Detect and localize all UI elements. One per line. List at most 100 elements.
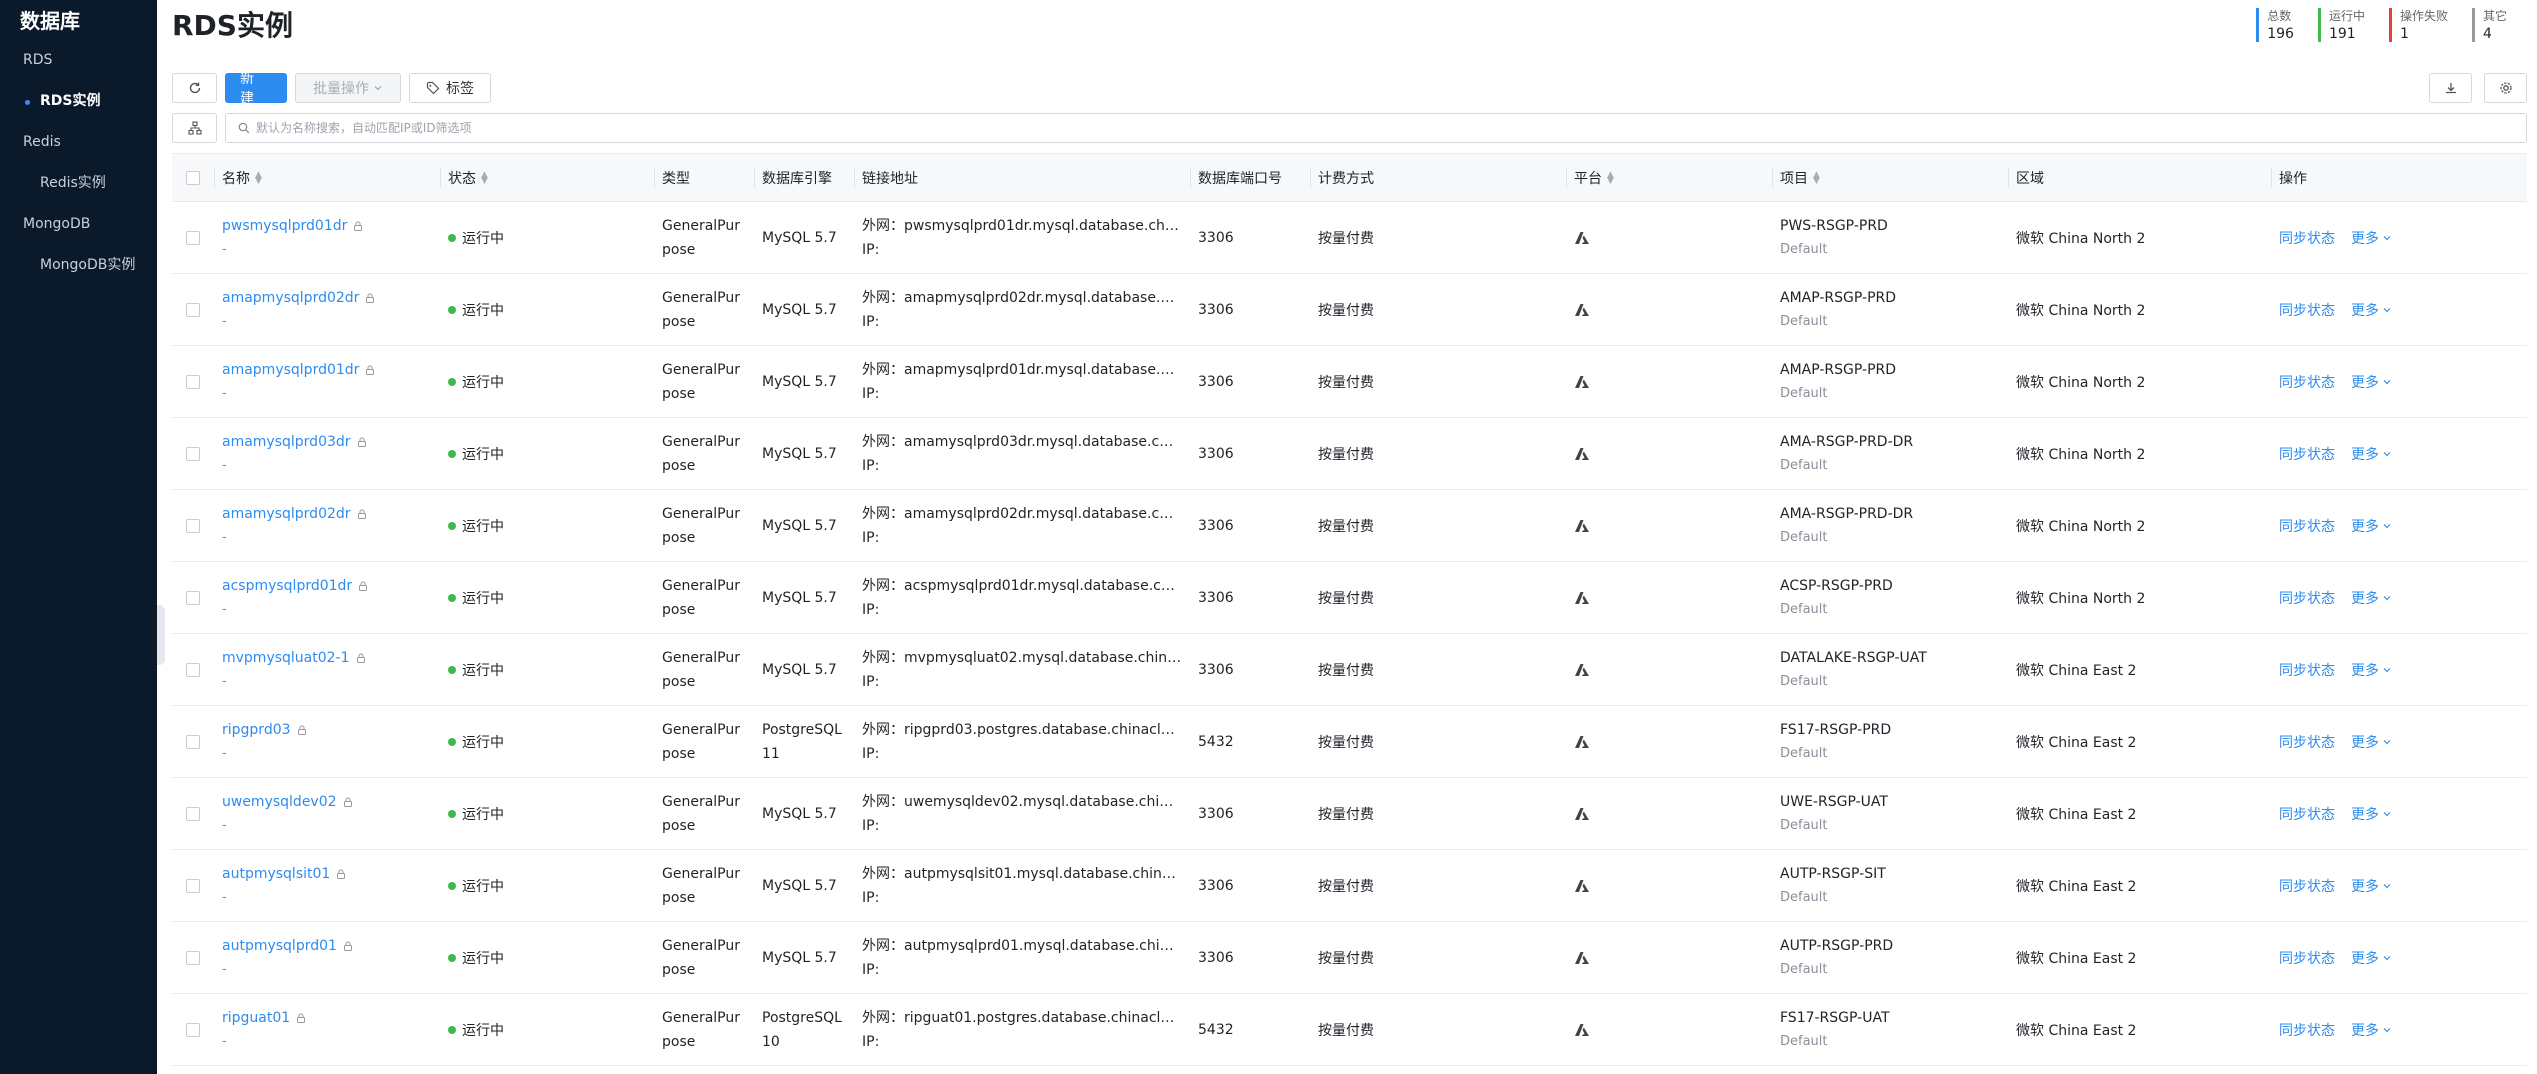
table-row[interactable]: mvpmysqluat02-1 - 运行中 GeneralPurpose MySQL 5… (172, 634, 2527, 706)
table-row[interactable]: ripgprd03 - 运行中 GeneralPurpose PostgreSQL 11… (172, 706, 2527, 778)
sync-status-link[interactable]: 同步状态 (2279, 444, 2335, 464)
sidebar-item-4[interactable]: MongoDB (0, 204, 157, 245)
external-address[interactable]: 外网：amapmysqlprd01dr.mysql.database.chin.… (862, 358, 1182, 382)
more-menu[interactable]: 更多 (2351, 228, 2392, 248)
download-button[interactable] (2429, 73, 2472, 103)
row-checkbox[interactable] (186, 734, 200, 749)
stat-3[interactable]: 其它 4 (2471, 8, 2507, 42)
instance-name-link[interactable]: mvpmysqluat02-1 (222, 650, 350, 666)
sidebar-item-3[interactable]: Redis实例 (0, 163, 157, 204)
row-checkbox[interactable] (186, 950, 200, 965)
instance-name-link[interactable]: amapmysqlprd02dr (222, 290, 359, 306)
column-header[interactable]: 状态 ▲ ▼ (440, 154, 654, 201)
refresh-button[interactable] (172, 73, 217, 103)
external-address[interactable]: 外网：mvpmysqluat02.mysql.database.chinacl.… (862, 646, 1182, 670)
search-box[interactable] (225, 113, 2527, 143)
more-menu[interactable]: 更多 (2351, 732, 2392, 752)
instance-name-link[interactable]: amamysqlprd03dr (222, 434, 351, 450)
table-row[interactable]: pwsmysqlprd01dr - 运行中 GeneralPurpose MySQL 5… (172, 202, 2527, 274)
more-menu[interactable]: 更多 (2351, 1020, 2392, 1040)
table-row[interactable]: autpmysqlsit01 - 运行中 GeneralPurpose MySQL 5.… (172, 850, 2527, 922)
more-menu[interactable]: 更多 (2351, 516, 2392, 536)
external-address[interactable]: 外网：pwsmysqlprd01dr.mysql.database.china.… (862, 214, 1182, 238)
sync-status-link[interactable]: 同步状态 (2279, 228, 2335, 248)
sync-status-link[interactable]: 同步状态 (2279, 804, 2335, 824)
search-input[interactable] (256, 121, 2526, 135)
sort-icon[interactable]: ▲ ▼ (1607, 170, 1614, 185)
row-checkbox[interactable] (186, 878, 200, 893)
sidebar-item-1[interactable]: RDS实例 (0, 81, 157, 122)
stat-2[interactable]: 操作失败 1 (2388, 8, 2448, 42)
table-row[interactable]: autpmysqlprd01 - 运行中 GeneralPurpose MySQL 5.… (172, 922, 2527, 994)
external-address[interactable]: 外网：autpmysqlsit01.mysql.database.chinacl… (862, 862, 1182, 886)
sync-status-link[interactable]: 同步状态 (2279, 372, 2335, 392)
row-checkbox[interactable] (186, 590, 200, 605)
sync-status-link[interactable]: 同步状态 (2279, 300, 2335, 320)
instance-name-link[interactable]: ripgprd03 (222, 722, 291, 738)
sort-icon[interactable]: ▲ ▼ (481, 170, 488, 185)
table-row[interactable]: amamysqlprd02dr - 运行中 GeneralPurpose MySQL 5… (172, 490, 2527, 562)
external-address[interactable]: 外网：autpmysqlprd01.mysql.database.chinacl… (862, 934, 1182, 958)
more-menu[interactable]: 更多 (2351, 948, 2392, 968)
batch-action-button[interactable]: 批量操作 (295, 73, 401, 103)
sort-icon[interactable]: ▲ ▼ (255, 170, 262, 185)
tag-button[interactable]: 标签 (409, 73, 491, 103)
more-menu[interactable]: 更多 (2351, 588, 2392, 608)
instance-name-link[interactable]: amapmysqlprd01dr (222, 362, 359, 378)
more-menu[interactable]: 更多 (2351, 660, 2392, 680)
external-address[interactable]: 外网：amapmysqlprd02dr.mysql.database.chin.… (862, 286, 1182, 310)
row-checkbox[interactable] (186, 446, 200, 461)
sync-status-link[interactable]: 同步状态 (2279, 1020, 2335, 1040)
table-row[interactable]: amapmysqlprd02dr - 运行中 GeneralPurpose MySQL … (172, 274, 2527, 346)
sync-status-link[interactable]: 同步状态 (2279, 876, 2335, 896)
stat-0[interactable]: 总数 196 (2256, 8, 2294, 42)
instance-name-link[interactable]: amamysqlprd02dr (222, 506, 351, 522)
instance-name-link[interactable]: acspmysqlprd01dr (222, 578, 352, 594)
sidebar-item-0[interactable]: RDS (0, 40, 157, 81)
sync-status-link[interactable]: 同步状态 (2279, 732, 2335, 752)
sidebar-item-2[interactable]: Redis (0, 122, 157, 163)
row-checkbox[interactable] (186, 662, 200, 677)
select-all-checkbox[interactable] (186, 170, 200, 185)
topology-button[interactable] (172, 113, 217, 143)
more-menu[interactable]: 更多 (2351, 372, 2392, 392)
external-address[interactable]: 外网：uwemysqldev02.mysql.database.chinacl.… (862, 790, 1182, 814)
sync-status-link[interactable]: 同步状态 (2279, 516, 2335, 536)
more-menu[interactable]: 更多 (2351, 300, 2392, 320)
table-row[interactable]: amamysqlprd03dr - 运行中 GeneralPurpose MySQL 5… (172, 418, 2527, 490)
instance-name-link[interactable]: autpmysqlprd01 (222, 938, 337, 954)
row-checkbox[interactable] (186, 1022, 200, 1037)
instance-name-link[interactable]: uwemysqldev02 (222, 794, 337, 810)
stat-1[interactable]: 运行中 191 (2317, 8, 2365, 42)
external-address[interactable]: 外网：ripguat01.postgres.database.chinaclou… (862, 1006, 1182, 1030)
table-row[interactable]: acspmysqlprd01dr - 运行中 GeneralPurpose MySQL … (172, 562, 2527, 634)
table-row[interactable]: uwemysqldev02 - 运行中 GeneralPurpose MySQL 5.7… (172, 778, 2527, 850)
sync-status-link[interactable]: 同步状态 (2279, 660, 2335, 680)
row-checkbox[interactable] (186, 230, 200, 245)
more-menu[interactable]: 更多 (2351, 444, 2392, 464)
external-address[interactable]: 外网：amamysqlprd02dr.mysql.database.china.… (862, 502, 1182, 526)
more-menu[interactable]: 更多 (2351, 876, 2392, 896)
sort-icon[interactable]: ▲ ▼ (1813, 170, 1820, 185)
more-menu[interactable]: 更多 (2351, 804, 2392, 824)
new-button[interactable]: 新 建 (225, 71, 287, 107)
instance-name-link[interactable]: pwsmysqlprd01dr (222, 218, 347, 234)
column-header[interactable]: 项目 ▲ ▼ (1772, 154, 2008, 201)
row-checkbox[interactable] (186, 518, 200, 533)
instance-name-link[interactable]: ripguat01 (222, 1010, 290, 1026)
settings-button[interactable] (2484, 73, 2527, 103)
table-row[interactable]: ripguat01 - 运行中 GeneralPurpose PostgreSQL 10… (172, 994, 2527, 1066)
external-address[interactable]: 外网：acspmysqlprd01dr.mysql.database.chin.… (862, 574, 1182, 598)
external-address[interactable]: 外网：ripgprd03.postgres.database.chinaclou… (862, 718, 1182, 742)
sidebar-item-5[interactable]: MongoDB实例 (0, 245, 157, 286)
column-header[interactable]: 名称 ▲ ▼ (214, 154, 440, 201)
sync-status-link[interactable]: 同步状态 (2279, 588, 2335, 608)
column-header[interactable]: 平台 ▲ ▼ (1566, 154, 1772, 201)
sync-status-link[interactable]: 同步状态 (2279, 948, 2335, 968)
instance-name-link[interactable]: autpmysqlsit01 (222, 866, 330, 882)
row-checkbox[interactable] (186, 806, 200, 821)
row-checkbox[interactable] (186, 374, 200, 389)
row-checkbox[interactable] (186, 302, 200, 317)
table-row[interactable]: amapmysqlprd01dr - 运行中 GeneralPurpose MySQL … (172, 346, 2527, 418)
external-address[interactable]: 外网：amamysqlprd03dr.mysql.database.china.… (862, 430, 1182, 454)
